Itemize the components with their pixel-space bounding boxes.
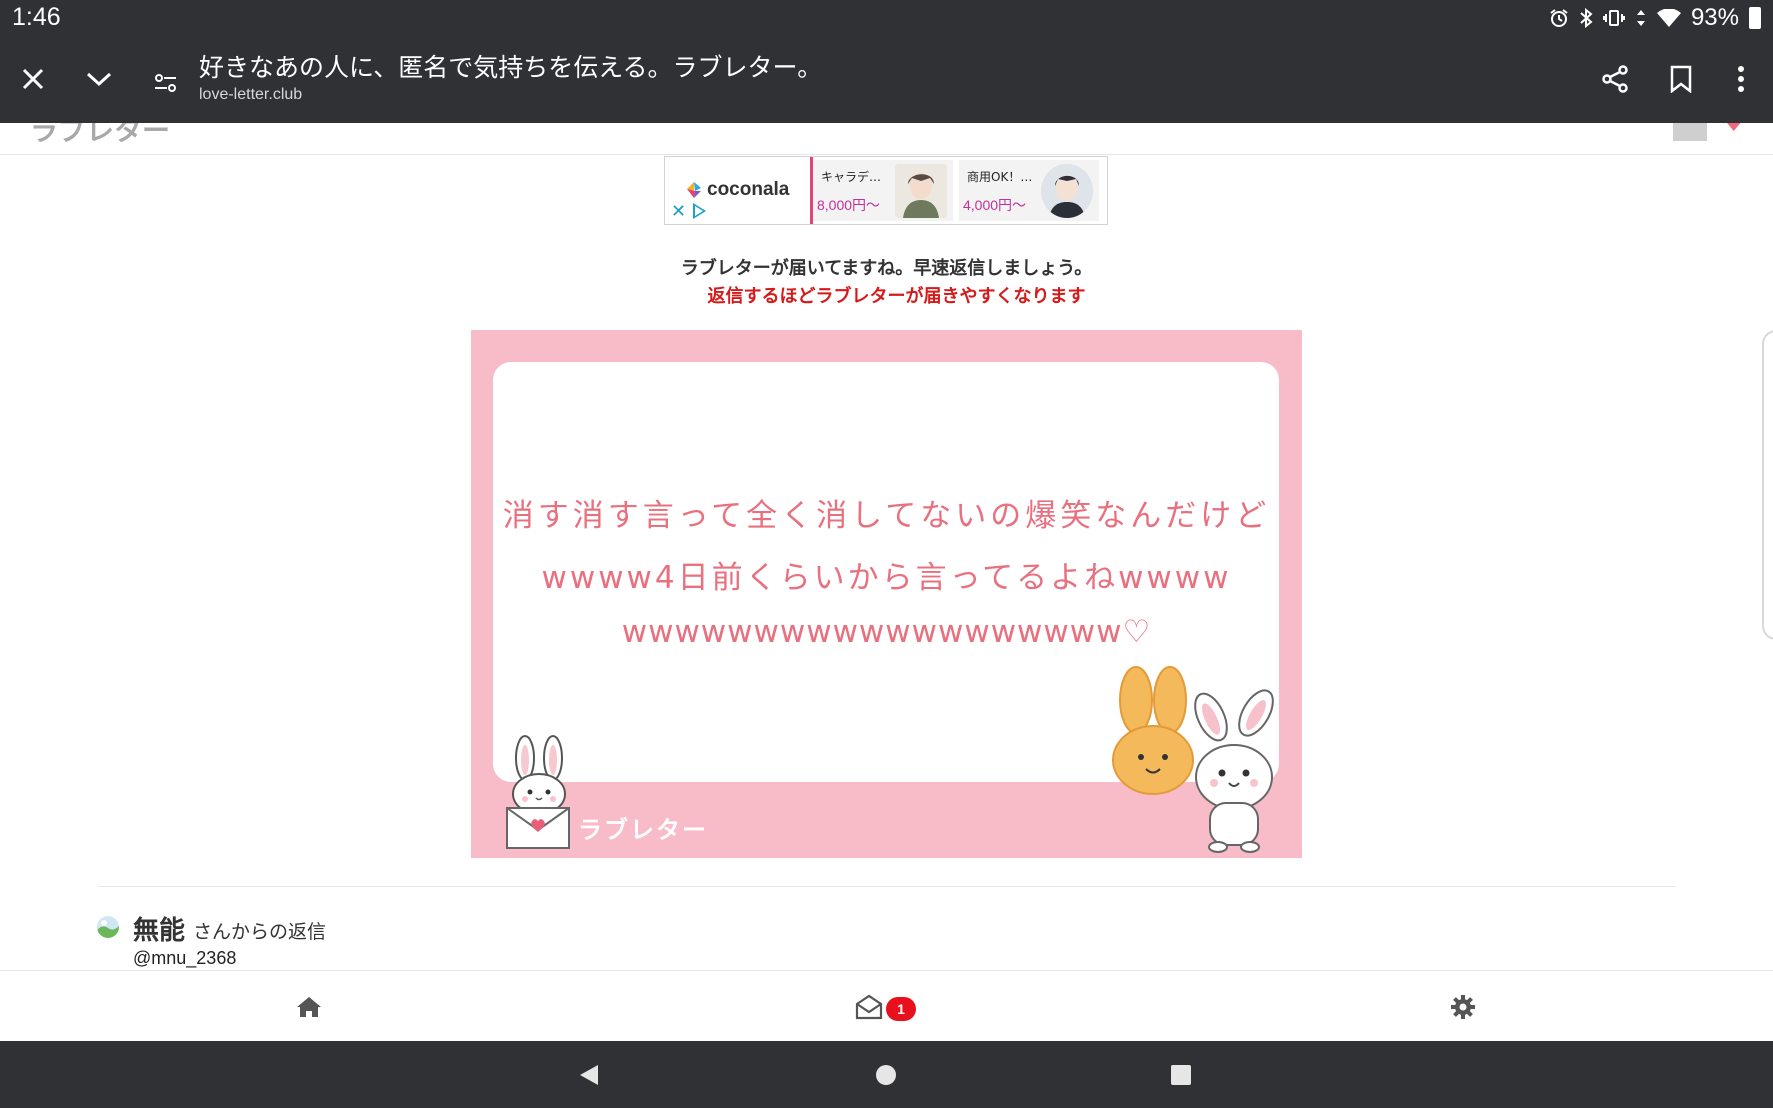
- ad-thumbnail: [895, 164, 947, 218]
- close-tab-button[interactable]: [8, 54, 58, 104]
- reply-sender-name[interactable]: 無能: [133, 910, 185, 947]
- ad-item-price: 4,000円〜: [963, 197, 1027, 213]
- ad-close-icon[interactable]: ✕: [671, 201, 686, 222]
- status-time: 1:46: [12, 3, 61, 31]
- reply-sender-handle[interactable]: @mnu_2368: [133, 948, 236, 969]
- battery-icon: [1749, 7, 1761, 29]
- system-home-button[interactable]: [866, 1057, 906, 1093]
- home-icon: [297, 997, 321, 1017]
- back-icon: [580, 1065, 598, 1085]
- more-options-button[interactable]: [1716, 54, 1766, 104]
- rabbit-envelope-illustration: [506, 735, 570, 849]
- system-back-button[interactable]: [569, 1057, 609, 1093]
- unread-badge: 1: [886, 997, 916, 1021]
- vibrate-icon: [1602, 10, 1625, 26]
- content-divider: [98, 886, 1676, 887]
- browser-toolbar: 好きなあの人に、匿名で気持ちを伝える。ラブレター。 love-letter.cl…: [0, 36, 1773, 123]
- data-arrows-icon: [1636, 10, 1645, 26]
- edge-panel-handle[interactable]: [1762, 330, 1773, 640]
- heart-icon[interactable]: ♥: [1723, 123, 1745, 137]
- ad-item[interactable]: キャラデ… 8,000円〜: [813, 160, 953, 221]
- notice-message: ラブレターが届いてますね。早速返信しましょう。: [680, 258, 1093, 279]
- recents-icon: [1171, 1065, 1191, 1085]
- ad-choices-icon[interactable]: [693, 203, 706, 219]
- battery-percent: 93%: [1690, 4, 1739, 31]
- mail-icon: [855, 994, 883, 1020]
- bluetooth-icon: [1580, 8, 1593, 28]
- letter-text-line: wwwwwwwwwwwwwwwwwww♡: [621, 614, 1152, 650]
- page-settings-button[interactable]: [141, 58, 191, 108]
- more-vert-icon: [1738, 66, 1744, 92]
- ad-item[interactable]: 商用OK！… 4,000円〜: [959, 160, 1099, 221]
- status-icons: 93%: [1549, 4, 1761, 32]
- letter-text-line: wwww4日前くらいから言ってるよねwwww: [541, 560, 1232, 596]
- wifi-icon: [1656, 9, 1681, 27]
- notice-hint: 返信するほどラブレターが届きやすくなります: [707, 286, 1086, 307]
- home-circle-icon: [876, 1065, 896, 1085]
- ad-thumbnail: [1041, 164, 1093, 218]
- reply-label: さんからの返信: [193, 921, 327, 943]
- alarm-icon: [1550, 9, 1568, 27]
- ad-item-title: 商用OK！…: [967, 170, 1033, 184]
- chevron-down-icon: [86, 72, 112, 87]
- coconala-logo-icon: [687, 182, 701, 198]
- letter-text-line: 消す消す言って全く消してないの爆笑なんだけど: [502, 498, 1271, 534]
- ad-item-title: キャラデ…: [821, 170, 882, 184]
- ad-brand-text: coconala: [707, 179, 790, 200]
- avatar[interactable]: [97, 916, 119, 938]
- page-url: love-letter.club: [199, 86, 303, 103]
- page-title: 好きなあの人に、匿名で気持ちを伝える。ラブレター。: [199, 53, 823, 82]
- system-recents-button[interactable]: [1161, 1057, 1201, 1093]
- share-button[interactable]: [1590, 54, 1640, 104]
- nav-home-button[interactable]: [284, 985, 334, 1029]
- settings-icon: [1451, 995, 1475, 1019]
- ad-banner[interactable]: coconala ✕ キャラデ… 8,000円〜 商用OK！… 4,000円〜: [664, 156, 1108, 225]
- close-icon: [22, 68, 44, 90]
- header-menu-icon[interactable]: [1673, 123, 1707, 141]
- bookmark-button[interactable]: [1656, 54, 1706, 104]
- minimize-button[interactable]: [74, 54, 124, 104]
- bookmark-icon: [1670, 65, 1692, 93]
- site-logo[interactable]: ラブレター: [30, 123, 170, 149]
- status-bar: 1:46 93%: [0, 0, 1773, 36]
- ad-brand: coconala: [685, 179, 789, 201]
- ad-item-price: 8,000円〜: [817, 197, 881, 213]
- site-header: ラブレター ♥: [0, 123, 1773, 155]
- card-brand-text: ラブレター: [578, 816, 708, 844]
- share-icon: [1602, 65, 1628, 93]
- rabbits-illustration: [1112, 666, 1274, 853]
- ad-logo-cell[interactable]: coconala ✕: [665, 157, 810, 224]
- love-letter-card: 消す消す言って全く消してないの爆笑なんだけど wwww4日前くらいから言ってるよ…: [471, 330, 1302, 858]
- nav-settings-button[interactable]: [1438, 985, 1488, 1029]
- page-settings-icon: [155, 74, 176, 92]
- bottom-navigation: 1: [0, 970, 1773, 1041]
- system-navigation: [0, 1041, 1773, 1108]
